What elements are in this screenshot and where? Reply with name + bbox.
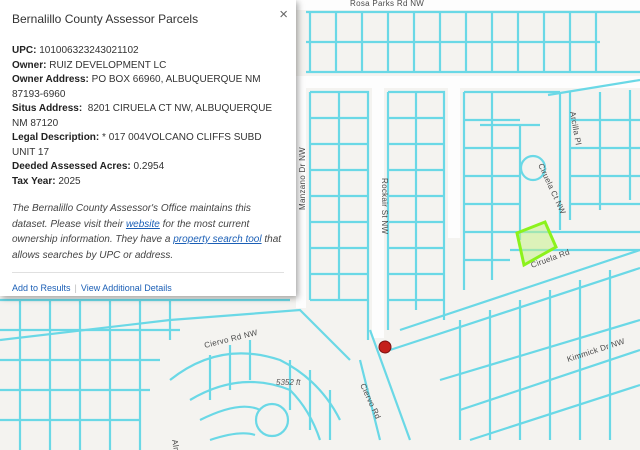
popup-actions: Add to Results | View Additional Details [12, 283, 284, 293]
field-acres: Deeded Assessed Acres: 0.2954 [12, 161, 165, 172]
label-rosa-parks: Rosa Parks Rd NW [350, 0, 424, 8]
field-situs-address: Situs Address: 8201 CIRUELA CT NW, ALBUQ… [12, 103, 273, 129]
parcel-popup: Bernalillo County Assessor Parcels × UPC… [0, 0, 296, 296]
field-tax-year: Tax Year: 2025 [12, 175, 81, 187]
label-manzano: Manzano Dr NW [298, 147, 307, 210]
add-to-results-link[interactable]: Add to Results [12, 283, 71, 293]
field-owner-address: Owner Address: PO BOX 66960, ALBUQUERQUE… [12, 74, 261, 100]
label-alm: Alm [170, 439, 181, 450]
popup-title: Bernalillo County Assessor Parcels [12, 12, 199, 26]
parcel-fields: UPC: 101006323243021102 Owner: RUIZ DEVE… [12, 44, 284, 189]
view-details-link[interactable]: View Additional Details [81, 283, 172, 293]
action-separator: | [74, 283, 77, 293]
dataset-description: The Bernalillo County Assessor's Office … [12, 203, 282, 261]
field-legal-description: Legal Description: * 017 004VOLCANO CLIF… [12, 132, 262, 158]
label-rockair: Rockair St NW [380, 178, 389, 234]
property-search-link[interactable]: property search tool [173, 234, 261, 245]
location-marker [378, 340, 392, 354]
divider [12, 272, 284, 273]
field-upc: UPC: 101006323243021102 [12, 45, 139, 56]
website-link[interactable]: website [126, 219, 160, 230]
label-elevation: 5352 ft [276, 378, 301, 387]
field-owner: Owner: RUIZ DEVELOPMENT LC [12, 59, 167, 71]
close-icon[interactable]: × [279, 6, 288, 24]
